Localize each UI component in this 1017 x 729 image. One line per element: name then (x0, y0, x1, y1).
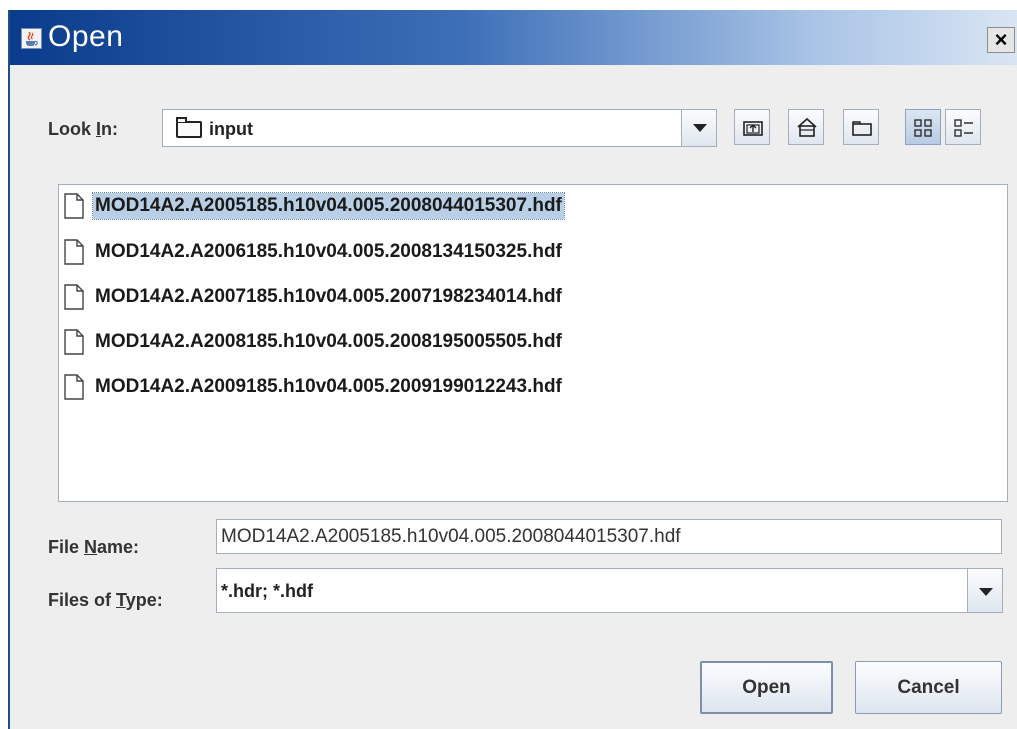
file-icon (64, 374, 84, 400)
file-icon (64, 329, 84, 355)
file-name-label: File Name: (48, 537, 140, 557)
file-name: MOD14A2.A2005185.h10v04.005.200804401530… (92, 192, 565, 220)
file-item[interactable]: MOD14A2.A2009185.h10v04.005.200919901224… (64, 368, 564, 406)
file-name: MOD14A2.A2006185.h10v04.005.200813415032… (95, 241, 562, 262)
look-in-label: Look In: (48, 119, 119, 139)
file-name: MOD14A2.A2007185.h10v04.005.200719823401… (95, 286, 562, 307)
open-dialog: Open × Look In: input MOD14A2.A2005185.h… (8, 10, 1017, 729)
chevron-down-icon[interactable] (681, 110, 716, 146)
file-list[interactable]: MOD14A2.A2005185.h10v04.005.200804401530… (58, 184, 1008, 502)
file-item[interactable]: MOD14A2.A2006185.h10v04.005.200813415032… (64, 233, 564, 271)
title-bar[interactable]: Open × (10, 10, 1017, 65)
list-view-button[interactable] (905, 109, 941, 145)
look-in-combo[interactable]: input (162, 109, 717, 147)
home-icon (797, 117, 817, 137)
open-button[interactable]: Open (700, 661, 833, 714)
up-one-level-icon (743, 121, 763, 136)
up-one-level-button[interactable] (734, 109, 770, 145)
file-item[interactable]: MOD14A2.A2007185.h10v04.005.200719823401… (64, 278, 564, 316)
chevron-down-icon[interactable] (967, 569, 1002, 612)
files-of-type-value: *.hdr; *.hdf (221, 581, 313, 601)
files-of-type-combo[interactable]: *.hdr; *.hdf (216, 568, 1003, 613)
close-button[interactable]: × (987, 27, 1015, 53)
new-folder-button[interactable] (843, 109, 879, 145)
file-icon (64, 239, 84, 265)
files-of-type-label: Files of Type: (48, 590, 163, 610)
look-in-value: input (209, 119, 253, 139)
file-item[interactable]: MOD14A2.A2008185.h10v04.005.200819500550… (64, 323, 564, 361)
file-name-field[interactable]: MOD14A2.A2005185.h10v04.005.200804401530… (216, 519, 1002, 554)
file-name: MOD14A2.A2008185.h10v04.005.200819500550… (95, 331, 562, 352)
file-icon (64, 193, 84, 219)
folder-icon (176, 117, 202, 138)
details-view-button[interactable] (945, 109, 981, 145)
file-icon (64, 284, 84, 310)
home-button[interactable] (788, 109, 824, 145)
window-title: Open (48, 20, 124, 53)
file-item[interactable]: MOD14A2.A2005185.h10v04.005.200804401530… (64, 187, 565, 225)
java-cup-icon (21, 28, 42, 49)
file-name: MOD14A2.A2009185.h10v04.005.200919901224… (95, 376, 562, 397)
new-folder-icon (852, 121, 872, 136)
details-view-icon (954, 119, 973, 137)
list-view-icon (914, 119, 932, 137)
cancel-button[interactable]: Cancel (855, 661, 1002, 714)
